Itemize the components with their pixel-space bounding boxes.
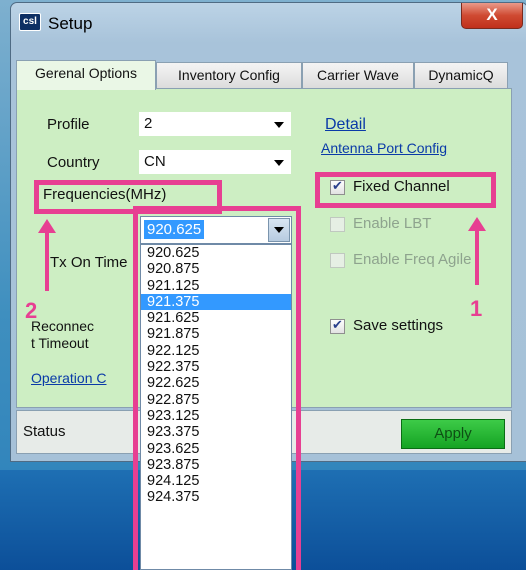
annotation-box-fixed-channel: [315, 172, 496, 208]
reconnect-label-line1: Reconnec: [31, 318, 95, 334]
tab-dynamicq[interactable]: DynamicQ: [414, 62, 508, 88]
country-combo[interactable]: CN: [139, 150, 291, 174]
annotation-arrow-2-shaft: [45, 231, 49, 291]
chevron-down-icon: [274, 122, 284, 128]
annotation-box-frequency-list: [133, 206, 301, 570]
close-button[interactable]: X: [461, 3, 523, 29]
country-value: CN: [144, 153, 166, 170]
antenna-port-config-link[interactable]: Antenna Port Config: [321, 140, 447, 156]
annotation-marker-2: 2: [25, 298, 38, 323]
chevron-down-icon: [274, 160, 284, 166]
save-settings-checkbox[interactable]: [330, 317, 345, 334]
app-icon: csl: [19, 13, 41, 31]
reconnect-label-line2: t Timeout: [31, 335, 89, 351]
profile-value: 2: [144, 115, 153, 132]
operation-link[interactable]: Operation C: [31, 370, 106, 386]
tab-strip: Gerenal Options Inventory Config Carrier…: [16, 60, 512, 90]
tab-inventory-config[interactable]: Inventory Config: [156, 62, 302, 88]
enable-freq-agile-checkbox[interactable]: [330, 253, 345, 268]
country-label: Country: [47, 154, 100, 171]
profile-label: Profile: [47, 116, 90, 133]
enable-freq-agile-label: Enable Freq Agile: [353, 251, 472, 268]
tab-carrier-wave[interactable]: Carrier Wave: [302, 62, 414, 88]
apply-button[interactable]: Apply: [401, 419, 505, 449]
annotation-arrow-1-shaft: [475, 229, 479, 285]
enable-lbt-label: Enable LBT: [353, 215, 432, 232]
annotation-marker-1: 1: [470, 296, 483, 321]
window-title: Setup: [48, 14, 93, 33]
save-settings-label: Save settings: [353, 317, 444, 334]
status-label: Status: [23, 423, 66, 440]
tx-on-time-label: Tx On Time: [50, 254, 128, 271]
detail-link[interactable]: Detail: [325, 116, 366, 134]
tab-general-options[interactable]: Gerenal Options: [16, 60, 156, 90]
profile-combo[interactable]: 2: [139, 112, 291, 136]
title-bar[interactable]: csl Setup X: [11, 3, 526, 41]
enable-lbt-checkbox[interactable]: [330, 217, 345, 232]
